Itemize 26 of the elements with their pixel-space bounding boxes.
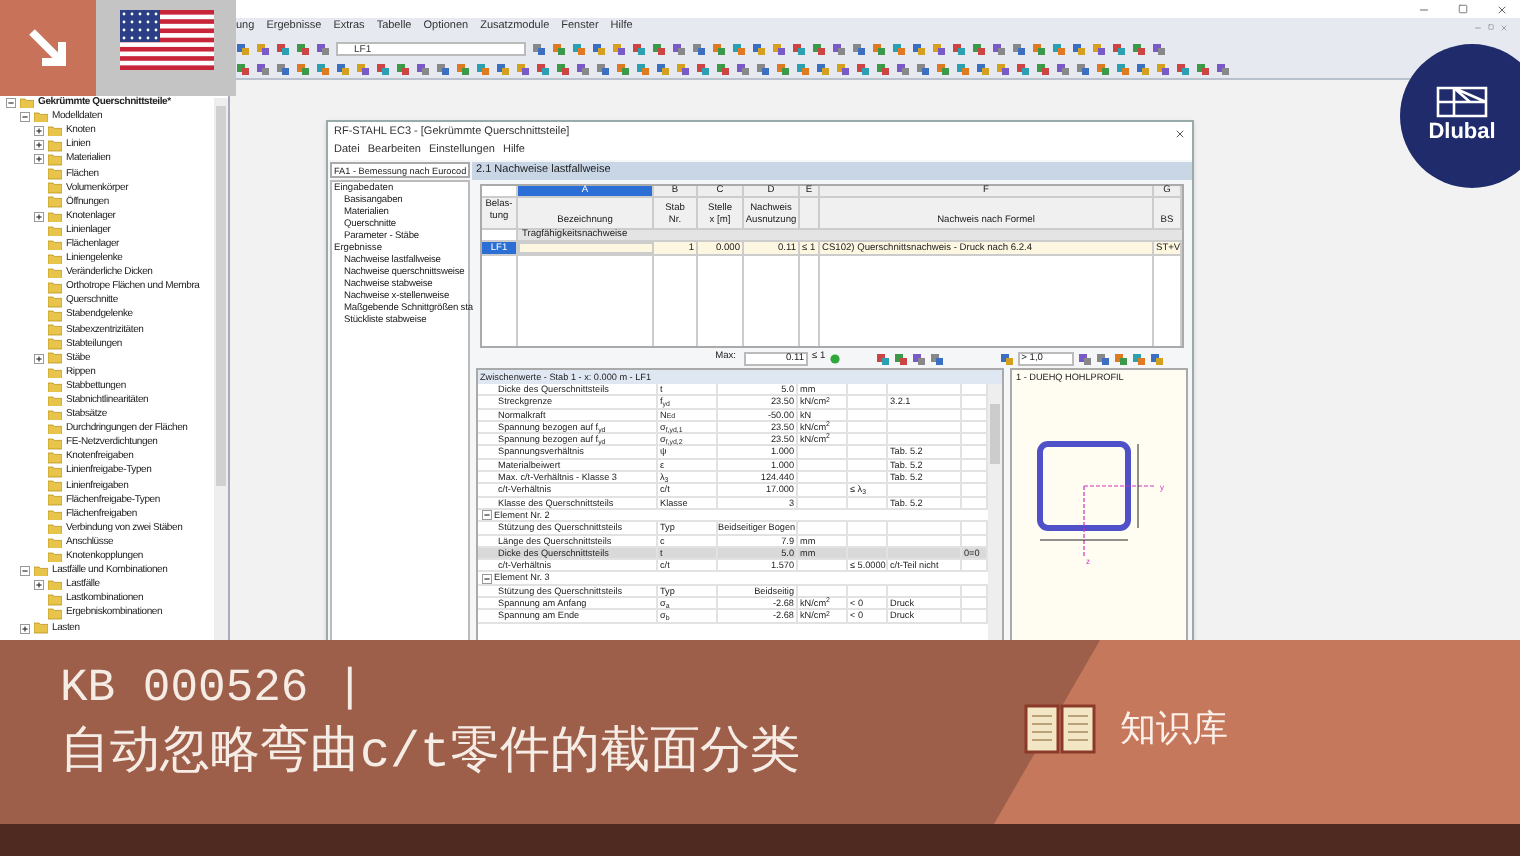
- flag-icon: [119, 10, 213, 70]
- collapse-icon[interactable]: [482, 573, 492, 584]
- expand-icon[interactable]: [20, 623, 30, 634]
- expand-icon[interactable]: [34, 140, 44, 151]
- article-title: 自动忽略弯曲c/t零件的截面分类: [60, 722, 801, 786]
- tool-icon[interactable]: [999, 351, 1014, 365]
- collapse-icon[interactable]: [6, 98, 16, 109]
- close-icon[interactable]: [1174, 127, 1186, 139]
- maximize-icon[interactable]: [1458, 4, 1468, 14]
- book-icon: [1024, 700, 1096, 756]
- collapse-icon[interactable]: [20, 112, 30, 123]
- logo-text: Dlubal: [1428, 118, 1496, 146]
- collapse-icon[interactable]: [482, 510, 492, 521]
- expand-icon[interactable]: [34, 211, 44, 222]
- expand-icon[interactable]: [34, 353, 44, 364]
- close-icon[interactable]: [1496, 3, 1508, 15]
- logo-icon: [1436, 86, 1488, 118]
- arrow-icon: [26, 26, 70, 70]
- expand-icon[interactable]: [34, 126, 44, 137]
- article-code: KB 000526 |: [60, 660, 366, 718]
- status-dot-icon: [829, 353, 840, 363]
- collapse-icon[interactable]: [20, 566, 30, 577]
- expand-icon[interactable]: [34, 580, 44, 591]
- minimize-icon[interactable]: [1418, 3, 1430, 15]
- expand-icon[interactable]: [34, 154, 44, 165]
- category-label: 知识库: [1120, 705, 1228, 751]
